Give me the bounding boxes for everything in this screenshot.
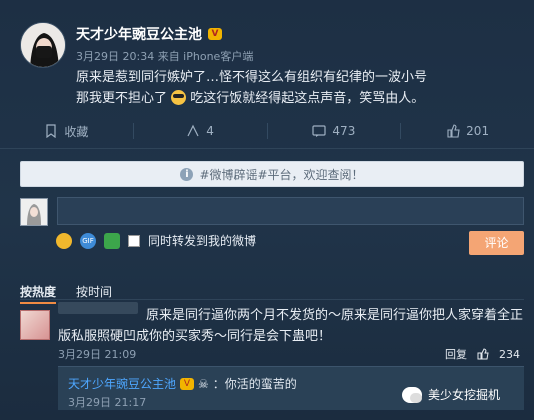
sort-time-tab[interactable]: 按时间	[76, 283, 112, 304]
banner-text: #微博辟谣#平台，欢迎查阅！	[199, 167, 364, 182]
rumor-banner[interactable]: i #微博辟谣#平台，欢迎查阅！	[20, 161, 524, 187]
like-icon[interactable]	[477, 348, 489, 360]
watermark: 美少女挖掘机	[402, 386, 500, 403]
post-content: 原来是惹到同行嫉妒了…怪不得这么有组织有纪律的一波小号 那我更不担心了 吃这行饭…	[76, 67, 524, 109]
share-icon	[187, 124, 199, 137]
gif-icon[interactable]: GIF	[80, 232, 96, 249]
share-action[interactable]: 4	[134, 123, 268, 139]
bookmark-action[interactable]: 收藏	[0, 123, 134, 139]
reply-author[interactable]: 天才少年豌豆公主池	[68, 375, 176, 392]
comment-text: 原来是同行逼你两个月不发货的～原来是同行逼你把人家穿着全正版私服照硬凹成你的买家…	[58, 308, 524, 344]
reply-text: ：你活的蛮苦的	[212, 377, 297, 391]
forward-label: 同时转发到我的微博	[148, 234, 257, 248]
like-count: 201	[466, 124, 490, 138]
comment-like-count: 234	[499, 347, 520, 361]
sort-hot-tab[interactable]: 按热度	[20, 283, 57, 304]
cool-face-emoji-icon	[171, 90, 187, 105]
forward-checkbox[interactable]	[128, 234, 140, 247]
emoji-picker-icon[interactable]	[56, 232, 72, 249]
author-avatar[interactable]	[20, 22, 66, 68]
current-user-portrait	[21, 199, 47, 225]
reply-meta: 3月29日 21:17	[68, 396, 147, 409]
post-line-1: 原来是惹到同行嫉妒了…怪不得这么有组织有纪律的一波小号	[76, 70, 428, 85]
submit-comment-button[interactable]: 评论	[469, 231, 524, 255]
like-icon	[447, 124, 460, 138]
skull-emoji-icon: ☠	[198, 376, 209, 391]
verified-badge-icon: V	[208, 28, 222, 40]
wechat-icon	[402, 386, 422, 403]
comment-meta: 3月29日 21:09	[58, 348, 137, 361]
author-name[interactable]: 天才少年豌豆公主池	[76, 24, 202, 44]
post-meta: 3月29日 20:34 来自 iPhone客户端	[76, 50, 254, 63]
comment-input[interactable]	[57, 197, 524, 225]
image-upload-icon[interactable]	[104, 232, 120, 249]
like-action[interactable]: 201	[401, 123, 534, 139]
post-line-2-after: 吃这行饭就经得起这点声音，笑骂由人。	[190, 91, 425, 106]
verified-badge-icon: V	[180, 377, 195, 390]
avatar-portrait	[21, 23, 65, 67]
bookmark-label: 收藏	[64, 124, 89, 139]
weibo-post: 天才少年豌豆公主池 V 3月29日 20:34 来自 iPhone客户端 原来是…	[0, 0, 534, 112]
actions-divider	[0, 148, 534, 149]
comment-icon	[312, 125, 327, 137]
comment-actions: 回复 234	[445, 346, 520, 362]
reply-button[interactable]: 回复	[445, 346, 467, 362]
post-line-2: 那我更不担心了 吃这行饭就经得起这点声音，笑骂由人。	[76, 88, 524, 109]
comment-action[interactable]: 473	[268, 123, 402, 139]
comment-tools: GIF 同时转发到我的微博	[56, 232, 256, 249]
post-author[interactable]: 天才少年豌豆公主池 V	[76, 24, 222, 44]
post-actions: 收藏 4 473 201	[0, 118, 534, 144]
bookmark-icon	[46, 124, 56, 138]
reply-line: 天才少年豌豆公主池 V ☠ ：你活的蛮苦的	[68, 375, 297, 392]
share-count: 4	[206, 124, 214, 138]
comment-sort-bar: 按热度 按时间	[20, 283, 112, 304]
watermark-text: 美少女挖掘机	[428, 388, 501, 402]
post-line-2-before: 那我更不担心了	[76, 91, 168, 106]
commenter-avatar[interactable]	[20, 310, 50, 340]
current-user-avatar	[20, 198, 48, 226]
info-icon: i	[180, 167, 194, 181]
comment-count: 473	[332, 124, 356, 138]
sort-divider	[20, 299, 524, 300]
